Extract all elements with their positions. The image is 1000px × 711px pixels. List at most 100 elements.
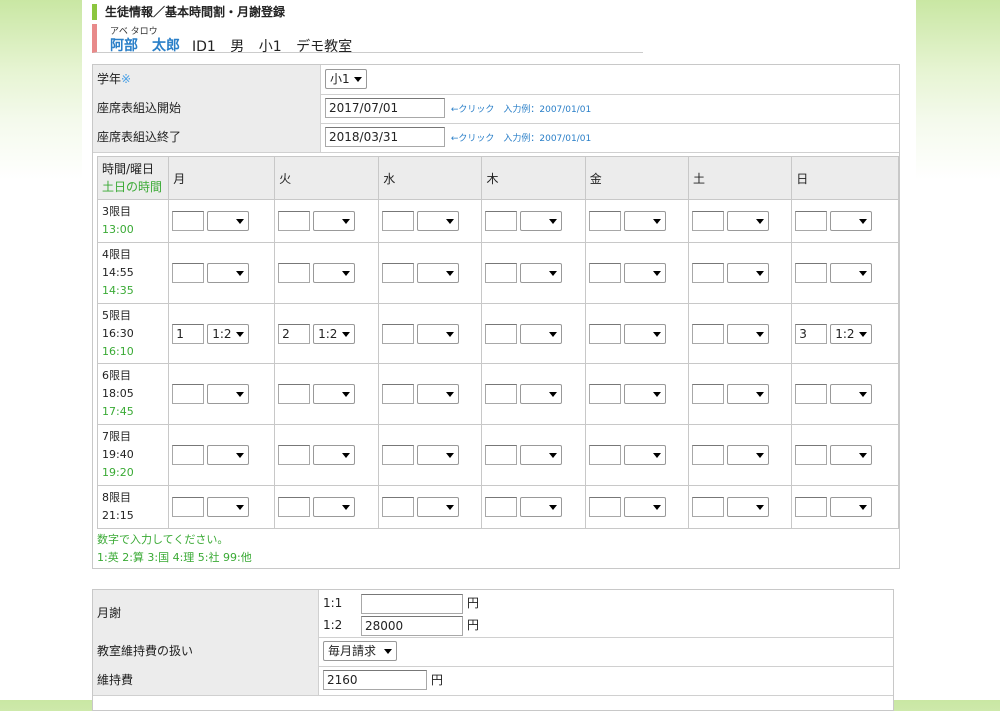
subject-input[interactable] — [382, 323, 415, 344]
ratio-select[interactable] — [726, 323, 769, 344]
subject-input[interactable] — [382, 211, 415, 231]
ratio-select[interactable] — [830, 263, 873, 283]
subject-input[interactable] — [485, 211, 518, 231]
subject-input[interactable] — [691, 323, 724, 344]
ratio-select[interactable] — [417, 323, 460, 344]
subject-input[interactable]: 2 — [278, 323, 311, 344]
subject-input[interactable]: 1 — [172, 323, 205, 344]
ratio-select[interactable] — [623, 263, 666, 283]
ratio-select[interactable] — [207, 211, 250, 231]
schedule-cell — [584, 303, 689, 364]
ratio-select[interactable] — [207, 384, 250, 404]
ratio-select[interactable] — [207, 497, 250, 517]
ratio-select[interactable] — [520, 211, 563, 231]
subject-input[interactable] — [172, 211, 205, 231]
ratio-select[interactable] — [313, 211, 356, 231]
ratio-select[interactable]: 1:2 — [830, 323, 873, 344]
ratio-select[interactable] — [313, 445, 356, 465]
subject-input[interactable] — [278, 211, 311, 231]
chevron-down-icon — [859, 271, 868, 276]
subject-input[interactable] — [588, 445, 621, 465]
ratio-select[interactable] — [417, 384, 460, 404]
subject-input[interactable] — [588, 211, 621, 231]
subject-input[interactable] — [795, 384, 828, 404]
maintenance-handling-select[interactable]: 毎月請求 — [323, 641, 397, 661]
subject-input[interactable] — [691, 263, 724, 283]
subject-input[interactable] — [485, 263, 518, 283]
ratio-select[interactable] — [623, 497, 666, 517]
subject-input[interactable] — [278, 263, 311, 283]
subject-input[interactable] — [382, 445, 415, 465]
ratio-select[interactable] — [417, 263, 460, 283]
ratio-select[interactable]: 1:2 — [207, 323, 250, 344]
subject-input[interactable] — [278, 497, 311, 517]
ratio-select[interactable] — [520, 323, 563, 344]
ratio-select[interactable]: 1:2 — [313, 323, 356, 344]
subject-input[interactable] — [278, 445, 311, 465]
subject-input[interactable] — [691, 445, 724, 465]
grade-select[interactable]: 小1 — [325, 69, 367, 89]
ratio-select[interactable] — [417, 497, 460, 517]
subject-input[interactable] — [691, 211, 724, 231]
schedule-cell — [791, 485, 899, 529]
ratio-select[interactable] — [520, 497, 563, 517]
subject-input[interactable] — [485, 323, 518, 344]
subject-input[interactable] — [588, 323, 621, 344]
subject-input[interactable] — [691, 497, 724, 517]
period-cell: 5限目 16:30 16:10 — [96, 303, 170, 364]
ratio-select[interactable] — [830, 497, 873, 517]
subject-input[interactable] — [382, 384, 415, 404]
subject-input[interactable] — [382, 497, 415, 517]
subject-input[interactable] — [382, 263, 415, 283]
subject-input[interactable] — [691, 384, 724, 404]
ratio-select[interactable] — [520, 263, 563, 283]
maintenance-fee-input[interactable]: 2160 — [323, 670, 427, 690]
subject-input[interactable] — [795, 263, 828, 283]
ratio-select[interactable] — [313, 384, 356, 404]
ratio-select[interactable] — [417, 445, 460, 465]
ratio-select[interactable] — [520, 384, 563, 404]
subject-input[interactable]: 3 — [795, 323, 828, 344]
subject-input[interactable] — [485, 445, 518, 465]
ratio-select[interactable] — [623, 211, 666, 231]
ratio-select[interactable] — [623, 384, 666, 404]
ratio-select[interactable] — [726, 263, 769, 283]
subject-input[interactable] — [795, 445, 828, 465]
grade-label: 学年※ — [93, 65, 321, 94]
start-date-input[interactable]: 2017/07/01 — [325, 98, 445, 118]
subject-input[interactable] — [172, 497, 205, 517]
ratio-select[interactable] — [623, 323, 666, 344]
ratio-select[interactable] — [726, 211, 769, 231]
subject-input[interactable] — [172, 263, 205, 283]
subject-input[interactable] — [278, 384, 311, 404]
end-date-input[interactable]: 2018/03/31 — [325, 127, 445, 147]
ratio-select[interactable] — [830, 384, 873, 404]
ratio-select[interactable] — [830, 445, 873, 465]
ratio-select[interactable] — [207, 263, 250, 283]
ratio-select[interactable] — [726, 384, 769, 404]
subject-input[interactable] — [588, 384, 621, 404]
subject-input[interactable] — [485, 384, 518, 404]
ratio-select[interactable] — [313, 497, 356, 517]
subject-input[interactable] — [588, 263, 621, 283]
fee-1to1-input[interactable] — [361, 593, 463, 614]
ratio-select[interactable] — [520, 445, 563, 465]
chevron-down-icon — [446, 219, 455, 224]
ratio-select[interactable] — [207, 445, 250, 465]
ratio-select[interactable] — [830, 211, 873, 231]
day-header: 月 — [168, 156, 276, 200]
ratio-select[interactable] — [313, 263, 356, 283]
subject-input[interactable] — [795, 211, 828, 231]
subject-input[interactable] — [172, 445, 205, 465]
subject-input[interactable] — [588, 497, 621, 517]
fee-1to2-input[interactable]: 28000 — [361, 615, 463, 636]
ratio-select[interactable] — [417, 211, 460, 231]
subject-input[interactable] — [485, 497, 518, 517]
subject-input[interactable] — [795, 497, 828, 517]
ratio-select[interactable] — [726, 497, 769, 517]
subject-input[interactable] — [172, 384, 205, 404]
ratio-select[interactable] — [623, 445, 666, 465]
period-time: 18:05 — [102, 387, 134, 400]
ratio-select[interactable] — [726, 445, 769, 465]
start-date-hint: ←クリック 入力例：2007/01/01 — [450, 104, 592, 115]
